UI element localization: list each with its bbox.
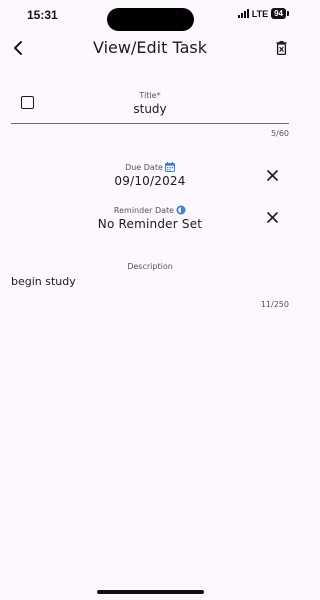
- due-date-value[interactable]: 09/10/2024: [0, 174, 300, 188]
- network-type: LTE: [251, 8, 269, 19]
- reminder-date-label-row: Reminder Date: [0, 205, 300, 215]
- dynamic-island: [107, 8, 194, 31]
- title-char-counter: 5/60: [271, 129, 289, 138]
- reminder-date-label: Reminder Date: [113, 205, 175, 215]
- calendar-icon[interactable]: [164, 162, 175, 172]
- description-input[interactable]: [11, 272, 289, 290]
- page-title: View/Edit Task: [93, 38, 207, 57]
- delete-icon: [276, 41, 286, 55]
- clock-icon[interactable]: [176, 205, 186, 215]
- reminder-date-value[interactable]: No Reminder Set: [0, 217, 300, 231]
- status-time: 15:31: [27, 8, 58, 22]
- title-input[interactable]: [11, 100, 289, 118]
- description-char-counter: 11/250: [260, 300, 289, 309]
- due-date-label-row: Due Date: [0, 162, 300, 172]
- close-icon: [266, 211, 278, 223]
- clear-due-date-button[interactable]: [265, 168, 279, 182]
- description-label: Description: [127, 262, 173, 271]
- close-icon: [266, 169, 278, 181]
- home-indicator[interactable]: [97, 590, 204, 594]
- delete-task-button[interactable]: [272, 39, 290, 57]
- clear-reminder-button[interactable]: [265, 210, 279, 224]
- signal-icon: [237, 9, 249, 18]
- task-edit-screen: 15:31 LTE 94 View/Edit Task Title* 5/60 …: [0, 0, 300, 600]
- title-label: Title*: [139, 91, 161, 100]
- status-indicators: LTE 94: [237, 8, 289, 19]
- battery-icon: 94: [271, 8, 289, 19]
- title-underline: [11, 123, 289, 124]
- due-date-label: Due Date: [125, 162, 163, 172]
